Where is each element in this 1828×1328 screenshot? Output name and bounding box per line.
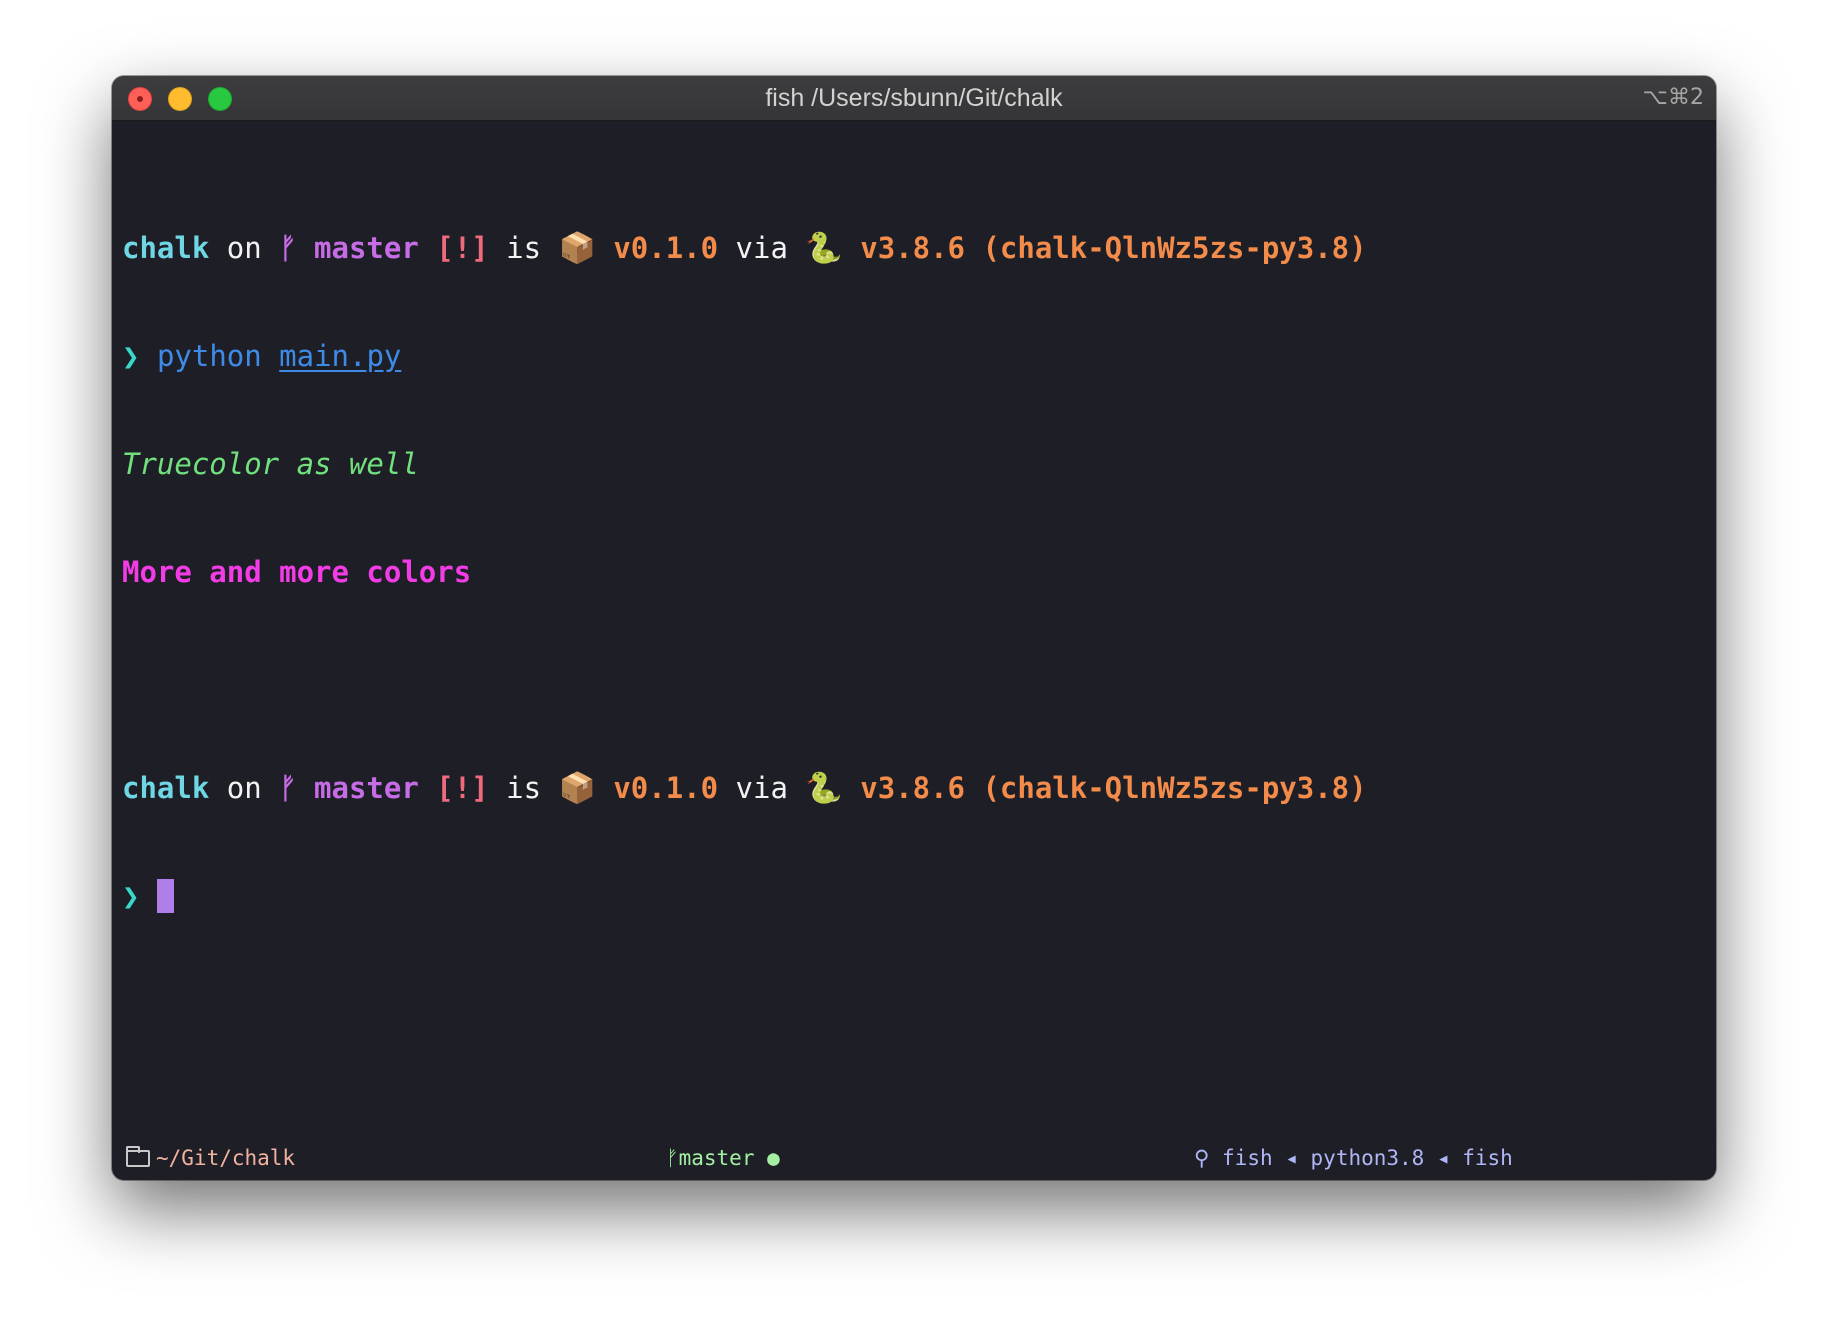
process-tree-icon: ⚲ (1194, 1146, 1223, 1170)
prompt-is: is (488, 771, 559, 805)
prompt-on: on (209, 231, 280, 265)
statusbar-processes[interactable]: ⚲ fish ◂ python3.8 ◂ fish (1194, 1136, 1513, 1180)
prompt-branch: master (314, 231, 419, 265)
prompt-line: chalk on ᚠ master [!] is 📦 v0.1.0 via 🐍 … (122, 230, 1367, 266)
text-cursor (156, 879, 174, 913)
git-branch-icon: ᚠ (279, 771, 315, 805)
window-shortcut: ⌥⌘2 (1642, 85, 1704, 110)
window-title: fish /Users/sbunn/Git/chalk (765, 84, 1063, 112)
terminal-window: fish /Users/sbunn/Git/chalk ⌥⌘2 chalk on… (112, 76, 1716, 1180)
python-version: v3.8.6 (860, 771, 965, 805)
branch-label: master (678, 1146, 755, 1170)
statusbar-path[interactable]: ~/Git/chalk (126, 1136, 295, 1180)
prompt-dir: chalk (122, 771, 210, 805)
terminal-output[interactable]: chalk on ᚠ master [!] is 📦 v0.1.0 via 🐍 … (122, 158, 1367, 986)
python-icon: 🐍 (805, 771, 843, 806)
prompt-dir: chalk (122, 231, 210, 265)
prompt-on: on (209, 771, 280, 805)
git-status: [!] (436, 231, 489, 265)
prompt-is: is (488, 231, 559, 265)
package-icon: 📦 (558, 231, 596, 266)
dirty-indicator: ● (767, 1146, 780, 1170)
prompt-symbol: ❯ (122, 879, 140, 913)
path-label: ~/Git/chalk (156, 1146, 296, 1170)
command-line: ❯ python main.py (122, 338, 1367, 374)
python-version: v3.8.6 (860, 231, 965, 265)
status-bar: ~/Git/chalk ᚠmaster ● ⚲ fish ◂ python3.8… (112, 1136, 1716, 1180)
python-venv: (chalk-QlnWz5zs-py3.8) (982, 231, 1367, 265)
package-version: v0.1.0 (613, 231, 719, 265)
git-status: [!] (436, 771, 489, 805)
prompt-symbol: ❯ (122, 339, 140, 373)
prompt-via: via (718, 771, 806, 805)
prompt-branch: master (314, 771, 419, 805)
prompt-line-2: chalk on ᚠ master [!] is 📦 v0.1.0 via 🐍 … (122, 770, 1367, 806)
output-line-2: More and more colors (122, 555, 472, 589)
input-line[interactable]: ❯ (122, 878, 1367, 914)
package-icon: 📦 (558, 771, 596, 806)
prompt-via: via (718, 231, 806, 265)
python-venv: (chalk-QlnWz5zs-py3.8) (982, 771, 1367, 805)
process-label: fish ◂ python3.8 ◂ fish (1222, 1146, 1513, 1170)
python-icon: 🐍 (805, 231, 843, 266)
folder-icon (126, 1146, 150, 1167)
git-branch-icon: ᚠ (666, 1146, 679, 1170)
statusbar-branch[interactable]: ᚠmaster ● (666, 1136, 780, 1180)
package-version: v0.1.0 (613, 771, 719, 805)
output-line-1: Truecolor as well (122, 447, 419, 481)
title-bar[interactable]: fish /Users/sbunn/Git/chalk ⌥⌘2 (112, 76, 1716, 121)
command-program: python (156, 339, 262, 373)
git-branch-icon: ᚠ (279, 231, 315, 265)
command-argument: main.py (279, 339, 402, 373)
